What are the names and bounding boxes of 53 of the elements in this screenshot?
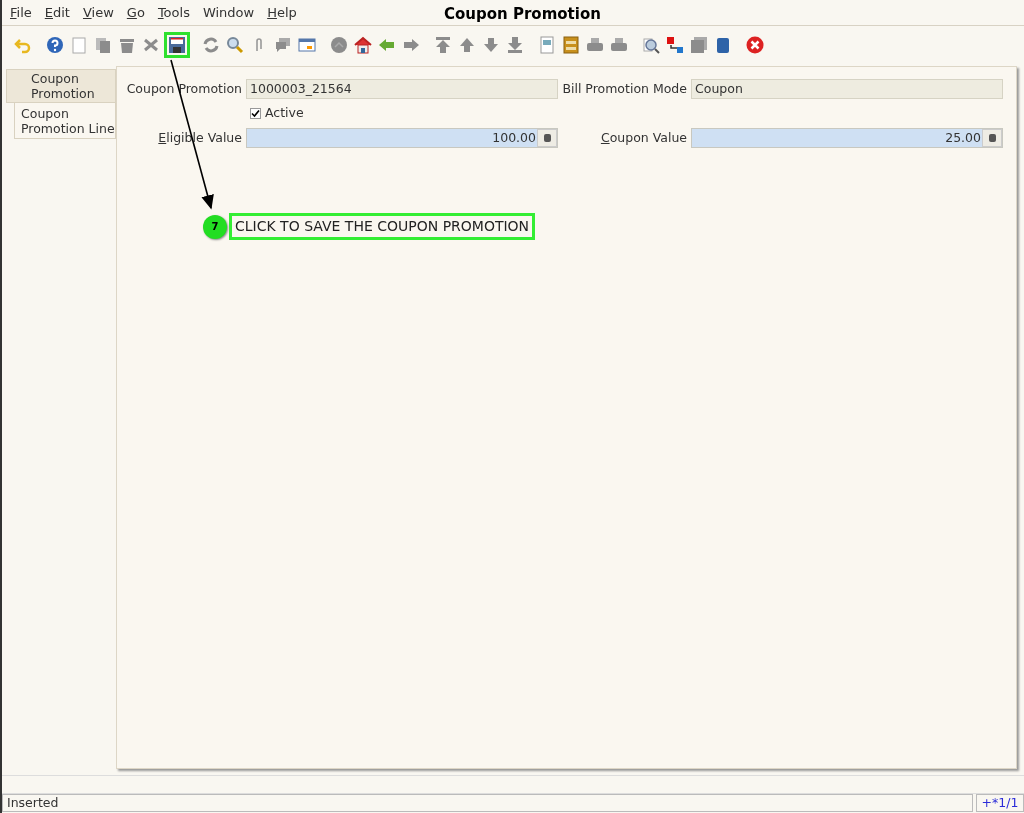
undo-icon (14, 36, 32, 54)
menu-item[interactable]: Edit (44, 2, 70, 23)
circle-icon (330, 36, 348, 54)
printer-icon (586, 36, 604, 54)
copy-icon (94, 36, 112, 54)
workflow-icon (666, 36, 684, 54)
annotation-callout: CLICK TO SAVE THE COUPON PROMOTION (229, 213, 536, 240)
field-label: Bill Promotion Mode (561, 79, 688, 98)
number-field[interactable]: 25.00 (691, 128, 1003, 148)
record-indicator: +*1/1 (976, 794, 1024, 812)
down-arrow-icon (482, 36, 500, 54)
text-field[interactable]: Coupon (691, 79, 1003, 99)
last-record-icon (506, 36, 524, 54)
chat-icon (274, 36, 292, 54)
save-icon (168, 36, 186, 54)
zoom-icon (642, 36, 660, 54)
menu-item[interactable]: Tools (157, 2, 190, 23)
document-icon (70, 36, 88, 54)
checkbox[interactable] (250, 108, 261, 119)
first-record-icon (434, 36, 452, 54)
field-label: Coupon Promotion (125, 79, 243, 98)
table-icon (298, 36, 316, 54)
calculator-button[interactable] (537, 129, 557, 147)
menu-item[interactable]: Help (267, 2, 297, 23)
help-icon (46, 36, 64, 54)
calculator-button[interactable] (982, 129, 1002, 147)
menu-item[interactable]: File (10, 2, 32, 23)
refresh-icon (202, 36, 220, 54)
toolbar-button[interactable] (164, 32, 190, 58)
window-title: Coupon Promotion (444, 4, 601, 25)
left-arrow-icon (378, 36, 396, 54)
status-message: Inserted (2, 794, 973, 812)
number-field[interactable]: 100.00 (246, 128, 558, 148)
menu-item[interactable]: Window (202, 2, 255, 23)
printer-icon (610, 36, 628, 54)
trash-icon (118, 36, 136, 54)
field-label: Coupon Value (599, 128, 688, 147)
tab[interactable]: Coupon Promotion (6, 69, 116, 103)
checkbox-label: Active (265, 104, 304, 123)
text-field[interactable]: 1000003_21564 (246, 79, 558, 99)
search-icon (226, 36, 244, 54)
report-icon (538, 36, 556, 54)
home-icon (354, 36, 372, 54)
menu-item[interactable]: View (82, 2, 114, 23)
right-arrow-icon (402, 36, 420, 54)
request-icon (690, 36, 708, 54)
menu-item[interactable]: Go (126, 2, 145, 23)
cross-icon (142, 36, 160, 54)
cabinet-icon (562, 36, 580, 54)
up-arrow-icon (458, 36, 476, 54)
cylinder-icon (714, 36, 732, 54)
tab[interactable]: Coupon Promotion Line (14, 103, 116, 139)
close-icon (746, 36, 764, 54)
